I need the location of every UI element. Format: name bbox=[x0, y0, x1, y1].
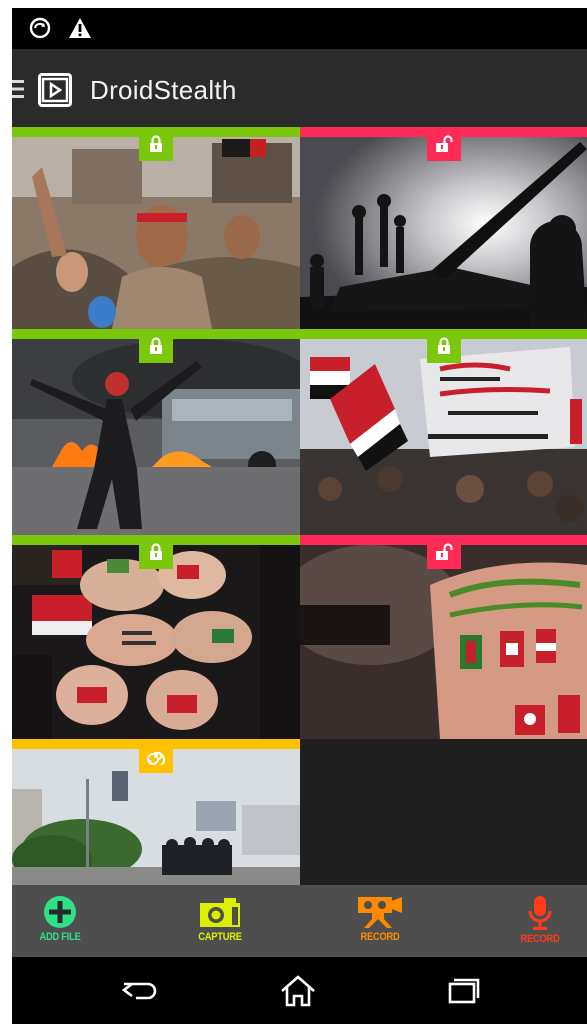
video-camera-icon bbox=[358, 897, 402, 928]
app-bar: DroidStealth bbox=[12, 49, 587, 127]
file-tile[interactable] bbox=[12, 127, 300, 329]
file-tile[interactable] bbox=[300, 127, 587, 329]
lock-icon bbox=[139, 535, 173, 569]
warning-icon bbox=[69, 18, 91, 38]
camera-icon bbox=[200, 898, 240, 927]
spinner-icon bbox=[139, 739, 173, 773]
back-button[interactable] bbox=[110, 971, 170, 1011]
back-icon bbox=[121, 982, 157, 1000]
capture-button[interactable]: CAPTURE bbox=[160, 891, 280, 953]
safe-icon bbox=[41, 77, 69, 103]
file-tile[interactable] bbox=[12, 535, 300, 739]
lock-icon bbox=[139, 329, 173, 363]
tank-silhouette-photo bbox=[300, 137, 587, 329]
phone-screen: DroidStealth ADD FILE CAPTURE RECORD REC… bbox=[12, 8, 587, 1024]
painted-hands-photo bbox=[12, 545, 300, 739]
app-title: DroidStealth bbox=[90, 75, 237, 105]
menu-icon[interactable] bbox=[12, 79, 24, 99]
protest-sign-photo bbox=[300, 339, 587, 535]
recents-icon bbox=[448, 978, 480, 1004]
file-tile[interactable] bbox=[300, 329, 587, 535]
action-toolbar: ADD FILE CAPTURE RECORD RECORD bbox=[12, 885, 587, 957]
capture-label: CAPTURE bbox=[198, 931, 242, 943]
file-tile[interactable] bbox=[12, 739, 300, 885]
file-tile[interactable] bbox=[300, 535, 587, 739]
file-tile[interactable] bbox=[12, 329, 300, 535]
recents-button[interactable] bbox=[432, 971, 492, 1011]
record-audio-button[interactable]: RECORD bbox=[480, 891, 587, 953]
sync-icon bbox=[29, 17, 51, 39]
painted-fist-photo bbox=[300, 545, 587, 739]
fire-street-photo bbox=[12, 339, 300, 535]
file-grid bbox=[12, 127, 587, 885]
app-logo[interactable] bbox=[38, 73, 72, 107]
navigation-bar bbox=[12, 957, 587, 1024]
add-file-button[interactable]: ADD FILE bbox=[12, 891, 120, 953]
status-bar bbox=[12, 8, 587, 49]
home-icon bbox=[281, 975, 315, 1007]
record-video-label: RECORD bbox=[360, 931, 400, 943]
unlock-icon bbox=[426, 127, 461, 161]
unlock-icon bbox=[426, 535, 461, 569]
record-audio-label: RECORD bbox=[520, 933, 560, 945]
home-button[interactable] bbox=[268, 971, 328, 1011]
add-circle-icon bbox=[44, 896, 76, 928]
lock-icon bbox=[139, 127, 173, 161]
add-file-label: ADD FILE bbox=[39, 931, 81, 943]
lock-icon bbox=[426, 329, 461, 363]
microphone-icon bbox=[528, 896, 552, 930]
record-video-button[interactable]: RECORD bbox=[320, 891, 440, 953]
protest-photo bbox=[12, 137, 300, 329]
